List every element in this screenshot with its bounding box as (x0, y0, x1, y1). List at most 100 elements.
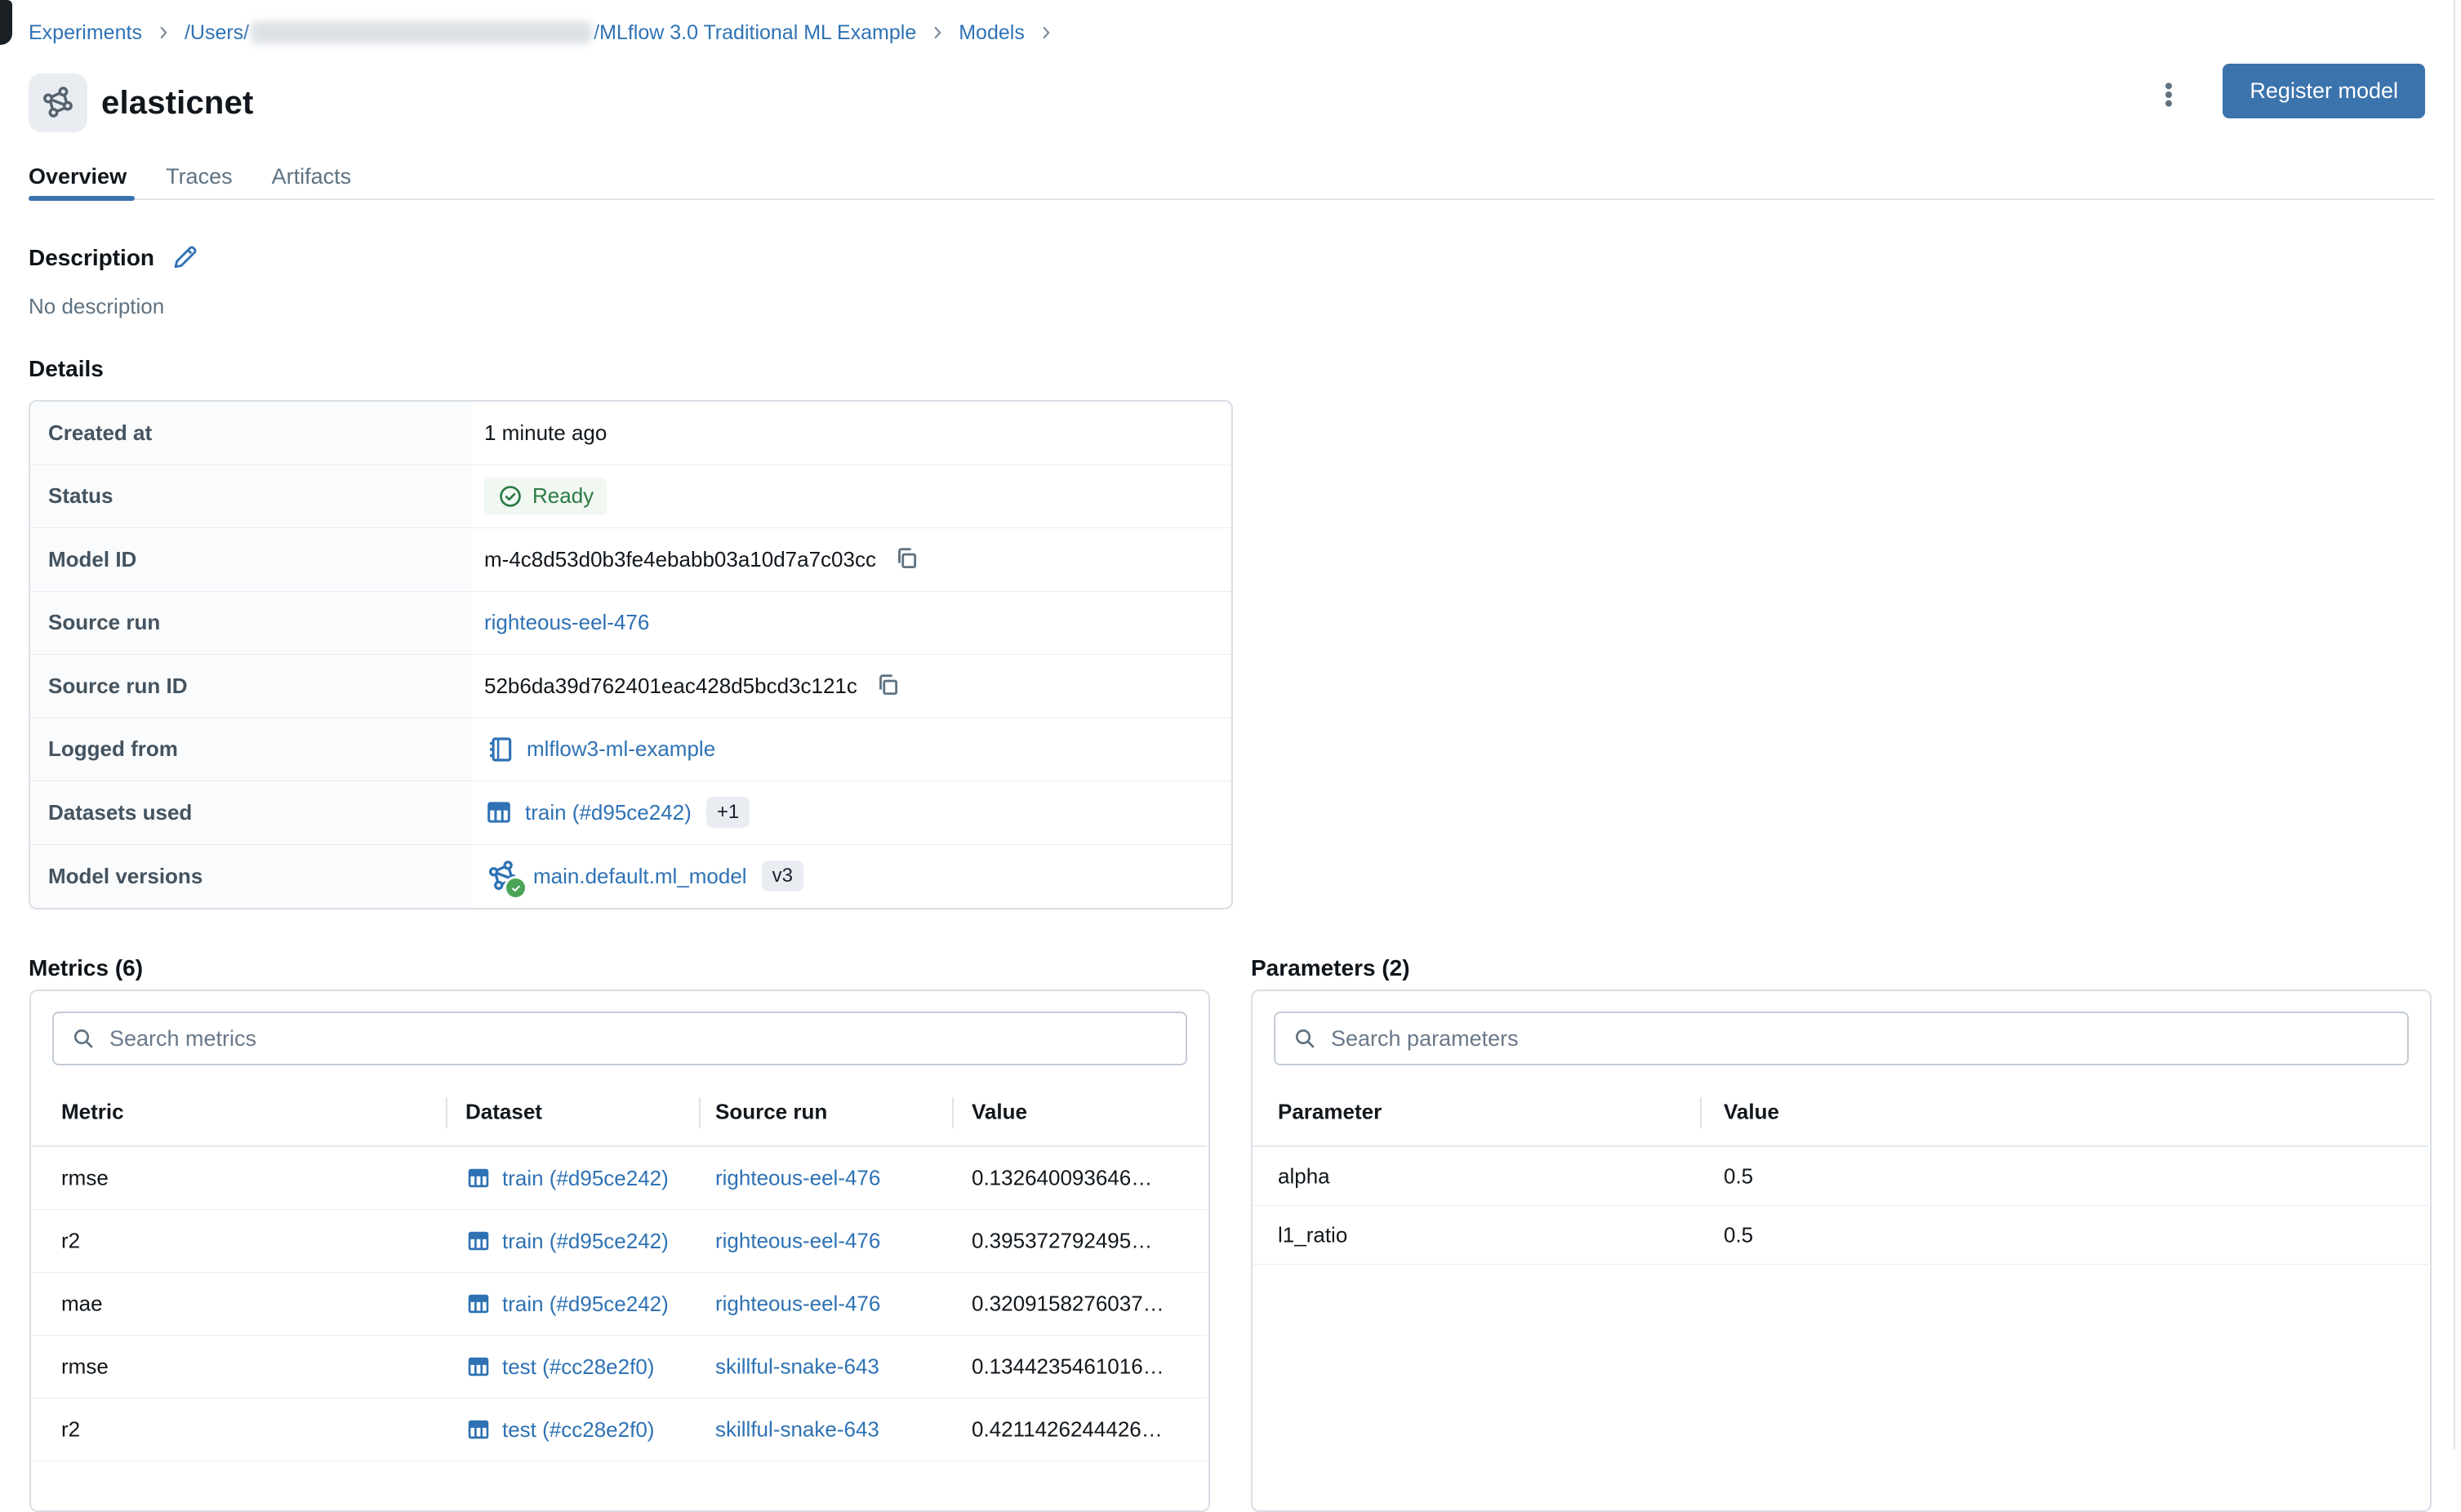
dataset-link[interactable]: train (#d95ce242) (484, 798, 692, 827)
metric-value: 0.395372792495… (972, 1229, 1152, 1254)
table-icon (465, 1165, 492, 1191)
copy-source-run-id-button[interactable] (874, 671, 901, 701)
parameter-row: alpha 0.5 (1253, 1147, 2428, 1206)
model-version-link[interactable]: main.default.ml_model (484, 859, 747, 893)
metrics-search (52, 1012, 1187, 1065)
copy-icon (874, 671, 901, 699)
metric-value: 0.1344235461016… (972, 1354, 1164, 1380)
kebab-menu-icon (2152, 78, 2185, 111)
source-run-link[interactable]: skillful-snake-643 (715, 1417, 879, 1442)
dataset-link[interactable]: train (#d95ce242) (502, 1166, 669, 1191)
status-text: Ready (532, 483, 594, 509)
metrics-search-input[interactable] (109, 1026, 1169, 1052)
details-row-source-run-id: Source run ID 52b6da39d762401eac428d5bcd… (30, 655, 1231, 718)
source-run-link[interactable]: skillful-snake-643 (715, 1354, 879, 1379)
version-check-icon (506, 878, 525, 897)
breadcrumb-models-link[interactable]: Models (959, 18, 1025, 47)
dataset-link[interactable]: train (#d95ce242) (502, 1292, 669, 1317)
parameters-search-input[interactable] (1331, 1026, 2391, 1052)
column-separator (952, 1097, 954, 1128)
metric-source-run: righteous-eel-476 (715, 1292, 880, 1317)
check-circle-icon (497, 483, 523, 509)
parameter-name: alpha (1278, 1163, 1330, 1189)
logged-from-text: mlflow3-ml-example (527, 736, 715, 762)
details-table: Created at 1 minute ago Status Ready Mod… (29, 400, 1233, 909)
logged-from-link[interactable]: mlflow3-ml-example (484, 734, 715, 765)
dataset-link[interactable]: test (#cc28e2f0) (502, 1354, 654, 1380)
created-at-value: 1 minute ago (484, 420, 607, 446)
metrics-table-header: Metric Dataset Source run Value (31, 1078, 1207, 1147)
pencil-icon (171, 242, 200, 271)
search-icon (70, 1025, 96, 1052)
dataset-link[interactable]: train (#d95ce242) (502, 1229, 669, 1254)
parameters-table-header: Parameter Value (1253, 1078, 2428, 1147)
metric-name: rmse (61, 1354, 109, 1380)
table-icon (465, 1354, 492, 1380)
column-header-parameter: Parameter (1278, 1099, 1382, 1124)
metric-row: r2 test (#cc28e2f0) skillful-snake-643 0… (31, 1399, 1207, 1461)
chevron-right-icon (928, 24, 946, 42)
details-row-datasets-used: Datasets used train (#d95ce242) +1 (30, 781, 1231, 845)
scrollbar-track[interactable] (2454, 0, 2455, 1450)
details-row-logged-from: Logged from mlflow3-ml-example (30, 718, 1231, 782)
metrics-card: Metric Dataset Source run Value rmse tra… (29, 989, 1210, 1512)
tab-traces[interactable]: Traces (166, 164, 233, 201)
table-icon (484, 798, 514, 827)
details-row-created-at: Created at 1 minute ago (30, 402, 1231, 465)
status-badge: Ready (484, 478, 607, 515)
tab-artifacts[interactable]: Artifacts (272, 164, 352, 201)
parameters-heading: Parameters (2) (1251, 955, 1410, 981)
metric-source-run: skillful-snake-643 (715, 1354, 879, 1380)
detail-label: Source run ID (30, 655, 471, 718)
metric-name: mae (61, 1292, 103, 1317)
tabs-divider (29, 198, 2435, 200)
parameters-card: Parameter Value alpha 0.5 l1_ratio 0.5 (1251, 989, 2432, 1512)
metric-name: r2 (61, 1417, 80, 1443)
details-row-source-run: Source run righteous-eel-476 (30, 592, 1231, 656)
page-title: elasticnet (101, 73, 254, 132)
source-run-link[interactable]: righteous-eel-476 (484, 610, 649, 635)
metric-source-run: skillful-snake-643 (715, 1417, 879, 1443)
dataset-link[interactable]: test (#cc28e2f0) (502, 1417, 654, 1443)
table-icon (465, 1228, 492, 1254)
details-heading: Details (29, 356, 104, 382)
breadcrumb-experiments-link[interactable]: Experiments (29, 18, 142, 47)
metric-row: mae train (#d95ce242) righteous-eel-476 … (31, 1273, 1207, 1336)
register-model-button[interactable]: Register model (2223, 64, 2425, 118)
detail-label: Model versions (30, 845, 471, 909)
copy-model-id-button[interactable] (892, 545, 920, 575)
description-empty-text: No description (29, 294, 164, 319)
screenshot-corner-artifact (0, 0, 12, 45)
more-actions-button[interactable] (2146, 72, 2192, 118)
chevron-right-icon (154, 24, 172, 42)
detail-label: Created at (30, 402, 471, 465)
metric-dataset: train (#d95ce242) (465, 1228, 669, 1254)
search-icon (1292, 1025, 1318, 1052)
model-network-icon (40, 85, 76, 121)
breadcrumb-experiment-link[interactable]: /Users/ /MLflow 3.0 Traditional ML Examp… (185, 18, 916, 47)
metric-value: 0.4211426244426… (972, 1417, 1163, 1443)
dataset-link-text: train (#d95ce242) (525, 800, 692, 825)
more-datasets-chip[interactable]: +1 (706, 797, 750, 828)
column-separator (446, 1097, 447, 1128)
details-row-model-id: Model ID m-4c8d53d0b3fe4ebabb03a10d7a7c0… (30, 528, 1231, 592)
parameters-search (1274, 1012, 2409, 1065)
metric-name: r2 (61, 1229, 80, 1254)
description-heading: Description (29, 245, 154, 271)
redacted-path-segment (251, 21, 592, 44)
metric-dataset: train (#d95ce242) (465, 1165, 669, 1191)
source-run-link[interactable]: righteous-eel-476 (715, 1229, 880, 1253)
table-icon (465, 1291, 492, 1317)
detail-label: Logged from (30, 718, 471, 781)
source-run-link[interactable]: righteous-eel-476 (715, 1292, 880, 1316)
metric-row: r2 train (#d95ce242) righteous-eel-476 0… (31, 1210, 1207, 1273)
source-run-link[interactable]: righteous-eel-476 (715, 1166, 880, 1190)
metric-name: rmse (61, 1166, 109, 1191)
notebook-icon (484, 734, 515, 765)
metric-value: 0.3209158276037… (972, 1292, 1164, 1317)
metric-dataset: train (#d95ce242) (465, 1291, 669, 1317)
edit-description-button[interactable] (171, 242, 200, 273)
detail-label: Model ID (30, 528, 471, 591)
model-id-value: m-4c8d53d0b3fe4ebabb03a10d7a7c03cc (484, 547, 876, 572)
metric-source-run: righteous-eel-476 (715, 1166, 880, 1191)
